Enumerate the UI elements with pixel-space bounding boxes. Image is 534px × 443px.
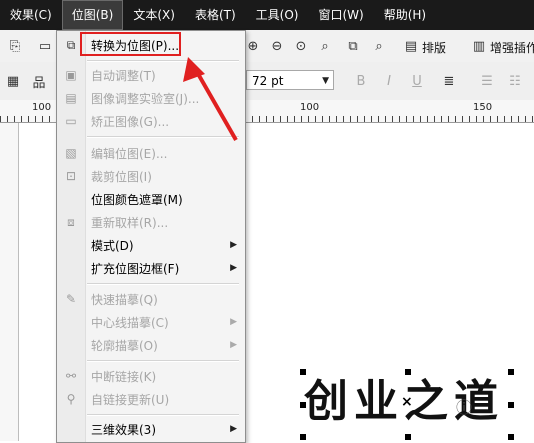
arrow-shaft — [195, 71, 238, 141]
annotation-arrow — [183, 57, 238, 141]
